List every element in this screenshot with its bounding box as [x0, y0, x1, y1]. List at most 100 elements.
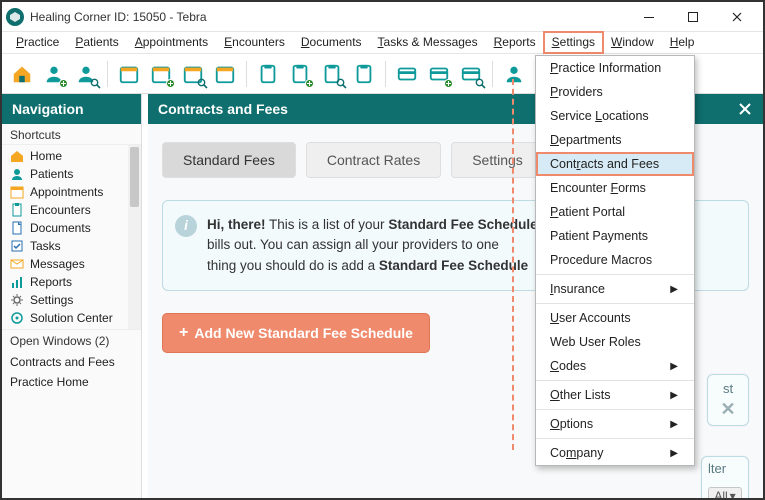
menu-item-user-accounts[interactable]: User Accounts — [536, 306, 694, 330]
menu-item-providers[interactable]: Providers — [536, 80, 694, 104]
settings-icon — [10, 293, 24, 307]
toolbar-new-appointment-icon[interactable] — [147, 60, 175, 88]
sidebar-item-patients[interactable]: Patients — [2, 165, 141, 183]
submenu-arrow-icon: ▶ — [670, 390, 678, 401]
menu-item-patient-portal[interactable]: Patient Portal — [536, 200, 694, 224]
submenu-arrow-icon: ▶ — [670, 361, 678, 372]
menu-item-patient-payments[interactable]: Patient Payments — [536, 224, 694, 248]
sidebar-item-reports[interactable]: Reports — [2, 273, 141, 291]
sidebar-item-encounters[interactable]: Encounters — [2, 201, 141, 219]
messages-icon — [10, 257, 24, 271]
menu-tasks-messages[interactable]: Tasks & Messages — [370, 32, 486, 53]
sidebar-item-messages[interactable]: Messages — [2, 255, 141, 273]
shortcuts-list: HomePatientsAppointmentsEncountersDocume… — [2, 144, 141, 329]
menu-item-codes[interactable]: Codes▶ — [536, 354, 694, 378]
tab-settings[interactable]: Settings — [451, 142, 544, 178]
shortcuts-label: Shortcuts — [2, 124, 141, 144]
chevron-down-icon: ▾ — [730, 489, 736, 498]
filter-all-dropdown[interactable]: All▾ — [708, 487, 742, 498]
menu-reports[interactable]: Reports — [486, 32, 544, 53]
home-icon — [10, 149, 24, 163]
open-window-practice-home[interactable]: Practice Home — [2, 372, 141, 392]
toolbar-find-patient-icon[interactable] — [72, 60, 100, 88]
window-title: Healing Corner ID: 15050 - Tebra — [30, 10, 207, 24]
app-window: Healing Corner ID: 15050 - Tebra Practic… — [0, 0, 765, 500]
scrollbar-thumb[interactable] — [130, 147, 139, 207]
close-icon[interactable]: ✕ — [720, 399, 735, 420]
menu-patients[interactable]: Patients — [67, 32, 126, 53]
menu-help[interactable]: Help — [662, 32, 703, 53]
menu-item-encounter-forms[interactable]: Encounter Forms — [536, 176, 694, 200]
app-icon — [6, 8, 24, 26]
menu-practice[interactable]: Practice — [8, 32, 67, 53]
reports-icon — [10, 275, 24, 289]
toolbar-new-payment-icon[interactable] — [425, 60, 453, 88]
toolbar-calendar-icon[interactable] — [211, 60, 239, 88]
tasks-icon — [10, 239, 24, 253]
sidebar-item-tasks[interactable]: Tasks — [2, 237, 141, 255]
menu-item-practice-information[interactable]: Practice Information — [536, 56, 694, 80]
menu-item-web-user-roles[interactable]: Web User Roles — [536, 330, 694, 354]
obscured-panel-1: st ✕ — [707, 374, 749, 426]
highlight-decoration — [512, 79, 514, 450]
toolbar-find-encounter-icon[interactable] — [318, 60, 346, 88]
navigation-panel: Navigation Shortcuts HomePatientsAppoint… — [2, 94, 142, 498]
toolbar-new-encounter-icon[interactable] — [286, 60, 314, 88]
sidebar-item-solution-center[interactable]: Solution Center — [2, 309, 141, 327]
maximize-button[interactable] — [671, 3, 715, 31]
menu-item-contracts-and-fees[interactable]: Contracts and Fees — [536, 152, 694, 176]
sidebar-item-documents[interactable]: Documents — [2, 219, 141, 237]
sidebar-item-settings[interactable]: Settings — [2, 291, 141, 309]
settings-menu-dropdown: Practice InformationProvidersService Loc… — [535, 55, 695, 466]
tab-standard-fees[interactable]: Standard Fees — [162, 142, 296, 178]
menu-appointments[interactable]: Appointments — [127, 32, 216, 53]
toolbar-payments-icon[interactable] — [393, 60, 421, 88]
patients-icon — [10, 167, 24, 181]
page-title: Contracts and Fees — [158, 101, 288, 117]
menu-item-departments[interactable]: Departments — [536, 128, 694, 152]
documents-icon — [10, 221, 24, 235]
menu-encounters[interactable]: Encounters — [216, 32, 293, 53]
close-button[interactable] — [715, 3, 759, 31]
minimize-button[interactable] — [627, 3, 671, 31]
toolbar-encounter-list-icon[interactable] — [350, 60, 378, 88]
add-new-standard-fee-schedule-button[interactable]: + Add New Standard Fee Schedule — [162, 313, 430, 353]
appointments-icon — [10, 185, 24, 199]
toolbar-encounter-icon[interactable] — [254, 60, 282, 88]
add-button-label: Add New Standard Fee Schedule — [194, 325, 413, 341]
tab-contract-rates[interactable]: Contract Rates — [306, 142, 441, 178]
menu-item-company[interactable]: Company▶ — [536, 441, 694, 465]
panel-close-button[interactable] — [737, 101, 753, 117]
menu-item-insurance[interactable]: Insurance▶ — [536, 277, 694, 301]
menu-item-service-locations[interactable]: Service Locations — [536, 104, 694, 128]
toolbar-home-icon[interactable] — [8, 60, 36, 88]
info-icon: i — [175, 215, 197, 237]
menu-documents[interactable]: Documents — [293, 32, 370, 53]
submenu-arrow-icon: ▶ — [670, 448, 678, 459]
encounters-icon — [10, 203, 24, 217]
menu-window[interactable]: Window — [603, 32, 662, 53]
obscured-filter-panel: lter All▾ — [701, 456, 749, 498]
menu-item-options[interactable]: Options▶ — [536, 412, 694, 436]
toolbar-new-patient-icon[interactable] — [40, 60, 68, 88]
menu-item-other-lists[interactable]: Other Lists▶ — [536, 383, 694, 407]
toolbar-appointment-icon[interactable] — [115, 60, 143, 88]
title-bar: Healing Corner ID: 15050 - Tebra — [2, 2, 763, 32]
plus-icon: + — [179, 324, 188, 342]
shortcuts-scrollbar[interactable] — [128, 145, 141, 329]
navigation-header: Navigation — [2, 94, 141, 124]
toolbar-find-appointment-icon[interactable] — [179, 60, 207, 88]
open-window-contracts-and-fees[interactable]: Contracts and Fees — [2, 352, 141, 372]
submenu-arrow-icon: ▶ — [670, 419, 678, 430]
sidebar-item-appointments[interactable]: Appointments — [2, 183, 141, 201]
menu-settings[interactable]: Settings — [544, 32, 603, 53]
toolbar-find-payment-icon[interactable] — [457, 60, 485, 88]
open-windows-label: Open Windows (2) — [2, 330, 141, 350]
open-windows-section: Open Windows (2) Contracts and FeesPract… — [2, 329, 141, 394]
submenu-arrow-icon: ▶ — [670, 284, 678, 295]
toolbar-person-icon[interactable] — [500, 60, 528, 88]
menu-bar: PracticePatientsAppointmentsEncountersDo… — [2, 32, 763, 54]
sidebar-item-home[interactable]: Home — [2, 147, 141, 165]
banner-greet: Hi, there! — [207, 217, 266, 232]
menu-item-procedure-macros[interactable]: Procedure Macros — [536, 248, 694, 272]
